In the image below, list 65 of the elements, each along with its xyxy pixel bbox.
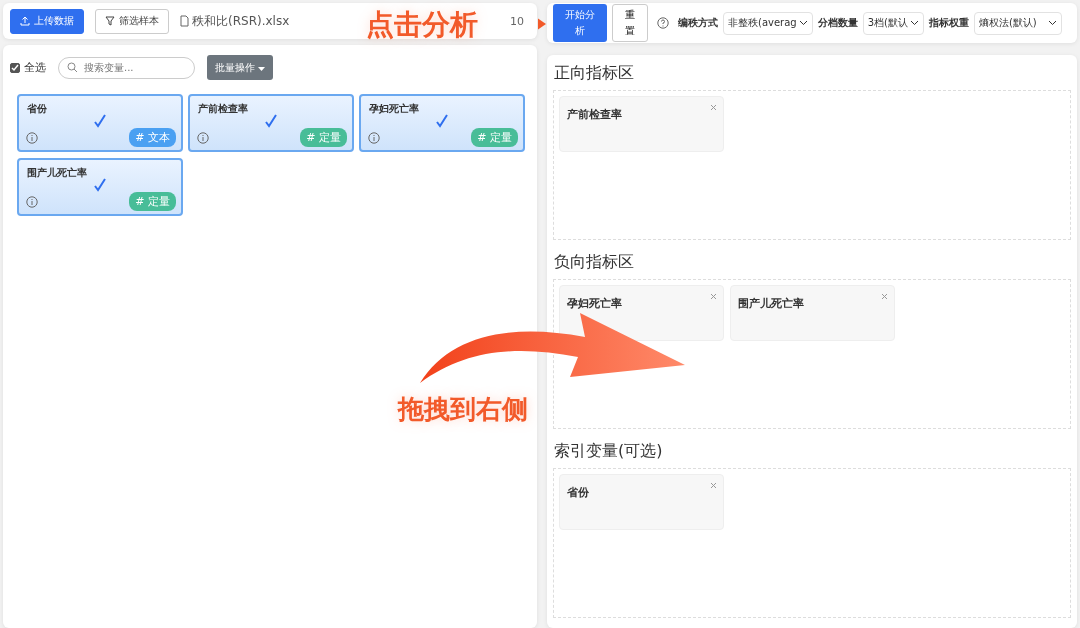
chip-label: 省份	[567, 486, 589, 499]
sample-count: 10	[510, 14, 524, 28]
search-icon	[67, 62, 78, 73]
filter-button[interactable]: 筛选样本	[95, 8, 169, 34]
select-all-checkbox[interactable]: 全选	[10, 60, 46, 75]
search-input[interactable]: 搜索变量...	[82, 61, 182, 74]
variable-card[interactable]: 省份 # 文本	[17, 94, 183, 152]
variable-chip[interactable]: 围产儿死亡率	[730, 285, 895, 341]
info-icon[interactable]	[26, 196, 38, 208]
filter-icon	[105, 16, 115, 26]
setting-select[interactable]: 非整秩(averag	[723, 11, 813, 35]
variable-card[interactable]: 围产儿死亡率 # 定量	[17, 158, 183, 216]
close-icon[interactable]	[710, 104, 717, 111]
variable-chip[interactable]: 孕妇死亡率	[559, 285, 724, 341]
file-icon	[180, 15, 189, 27]
setting-label: 指标权重	[928, 16, 969, 30]
upload-button[interactable]: 上传数据	[10, 8, 84, 34]
zone-title: 负向指标区	[554, 252, 635, 273]
setting-select[interactable]: 熵权法(默认)	[973, 11, 1062, 35]
caret-icon	[258, 66, 266, 71]
zone-title: 索引变量(可选)	[554, 441, 664, 462]
reset-button[interactable]: 重置	[612, 4, 648, 42]
start-analysis-button[interactable]: 开始分析	[553, 4, 607, 42]
checkmark-icon	[264, 114, 278, 128]
close-icon[interactable]	[881, 293, 888, 300]
variable-card[interactable]: 产前检查率 # 定量	[188, 94, 354, 152]
pointer-arrow-icon	[538, 17, 546, 31]
type-tag: # 定量	[129, 192, 176, 211]
type-tag: # 文本	[129, 128, 176, 147]
type-tag: # 定量	[471, 128, 518, 147]
drop-zone[interactable]: 省份	[553, 468, 1071, 618]
checkmark-icon	[435, 114, 449, 128]
setting-select[interactable]: 3档(默认	[862, 11, 924, 35]
variable-name: 孕妇死亡率	[369, 102, 420, 116]
info-icon[interactable]	[197, 132, 209, 144]
variable-chip[interactable]: 产前检查率	[559, 96, 724, 152]
variable-chip[interactable]: 省份	[559, 474, 724, 530]
variable-name: 省份	[27, 102, 48, 116]
chevron-down-icon	[798, 20, 808, 26]
checkmark-icon	[93, 114, 107, 128]
annotation-text: 拖拽到右侧	[398, 393, 528, 426]
chevron-down-icon	[909, 20, 919, 26]
close-icon[interactable]	[710, 482, 717, 489]
info-icon[interactable]	[26, 132, 38, 144]
chip-label: 孕妇死亡率	[567, 297, 622, 310]
help-icon[interactable]	[657, 17, 669, 29]
variable-name: 围产儿死亡率	[27, 166, 88, 180]
setting-label: 编秩方式	[678, 16, 718, 30]
drop-zone[interactable]: 产前检查率	[553, 90, 1071, 240]
zone-title: 正向指标区	[554, 63, 635, 84]
chip-label: 产前检查率	[567, 108, 622, 121]
annotation-text: 点击分析	[366, 7, 478, 43]
checkmark-icon	[93, 178, 107, 192]
info-icon[interactable]	[368, 132, 380, 144]
file-name: 秩和比(RSR).xlsx	[192, 12, 290, 30]
setting-label: 分档数量	[817, 16, 858, 30]
type-tag: # 定量	[300, 128, 347, 147]
chevron-down-icon	[1047, 20, 1057, 26]
upload-icon	[20, 16, 30, 26]
close-icon[interactable]	[710, 293, 717, 300]
chip-label: 围产儿死亡率	[738, 297, 804, 310]
variable-card[interactable]: 孕妇死亡率 # 定量	[359, 94, 525, 152]
variable-name: 产前检查率	[198, 102, 249, 116]
batch-actions-button[interactable]: 批量操作	[207, 55, 274, 80]
check-icon	[11, 63, 19, 72]
